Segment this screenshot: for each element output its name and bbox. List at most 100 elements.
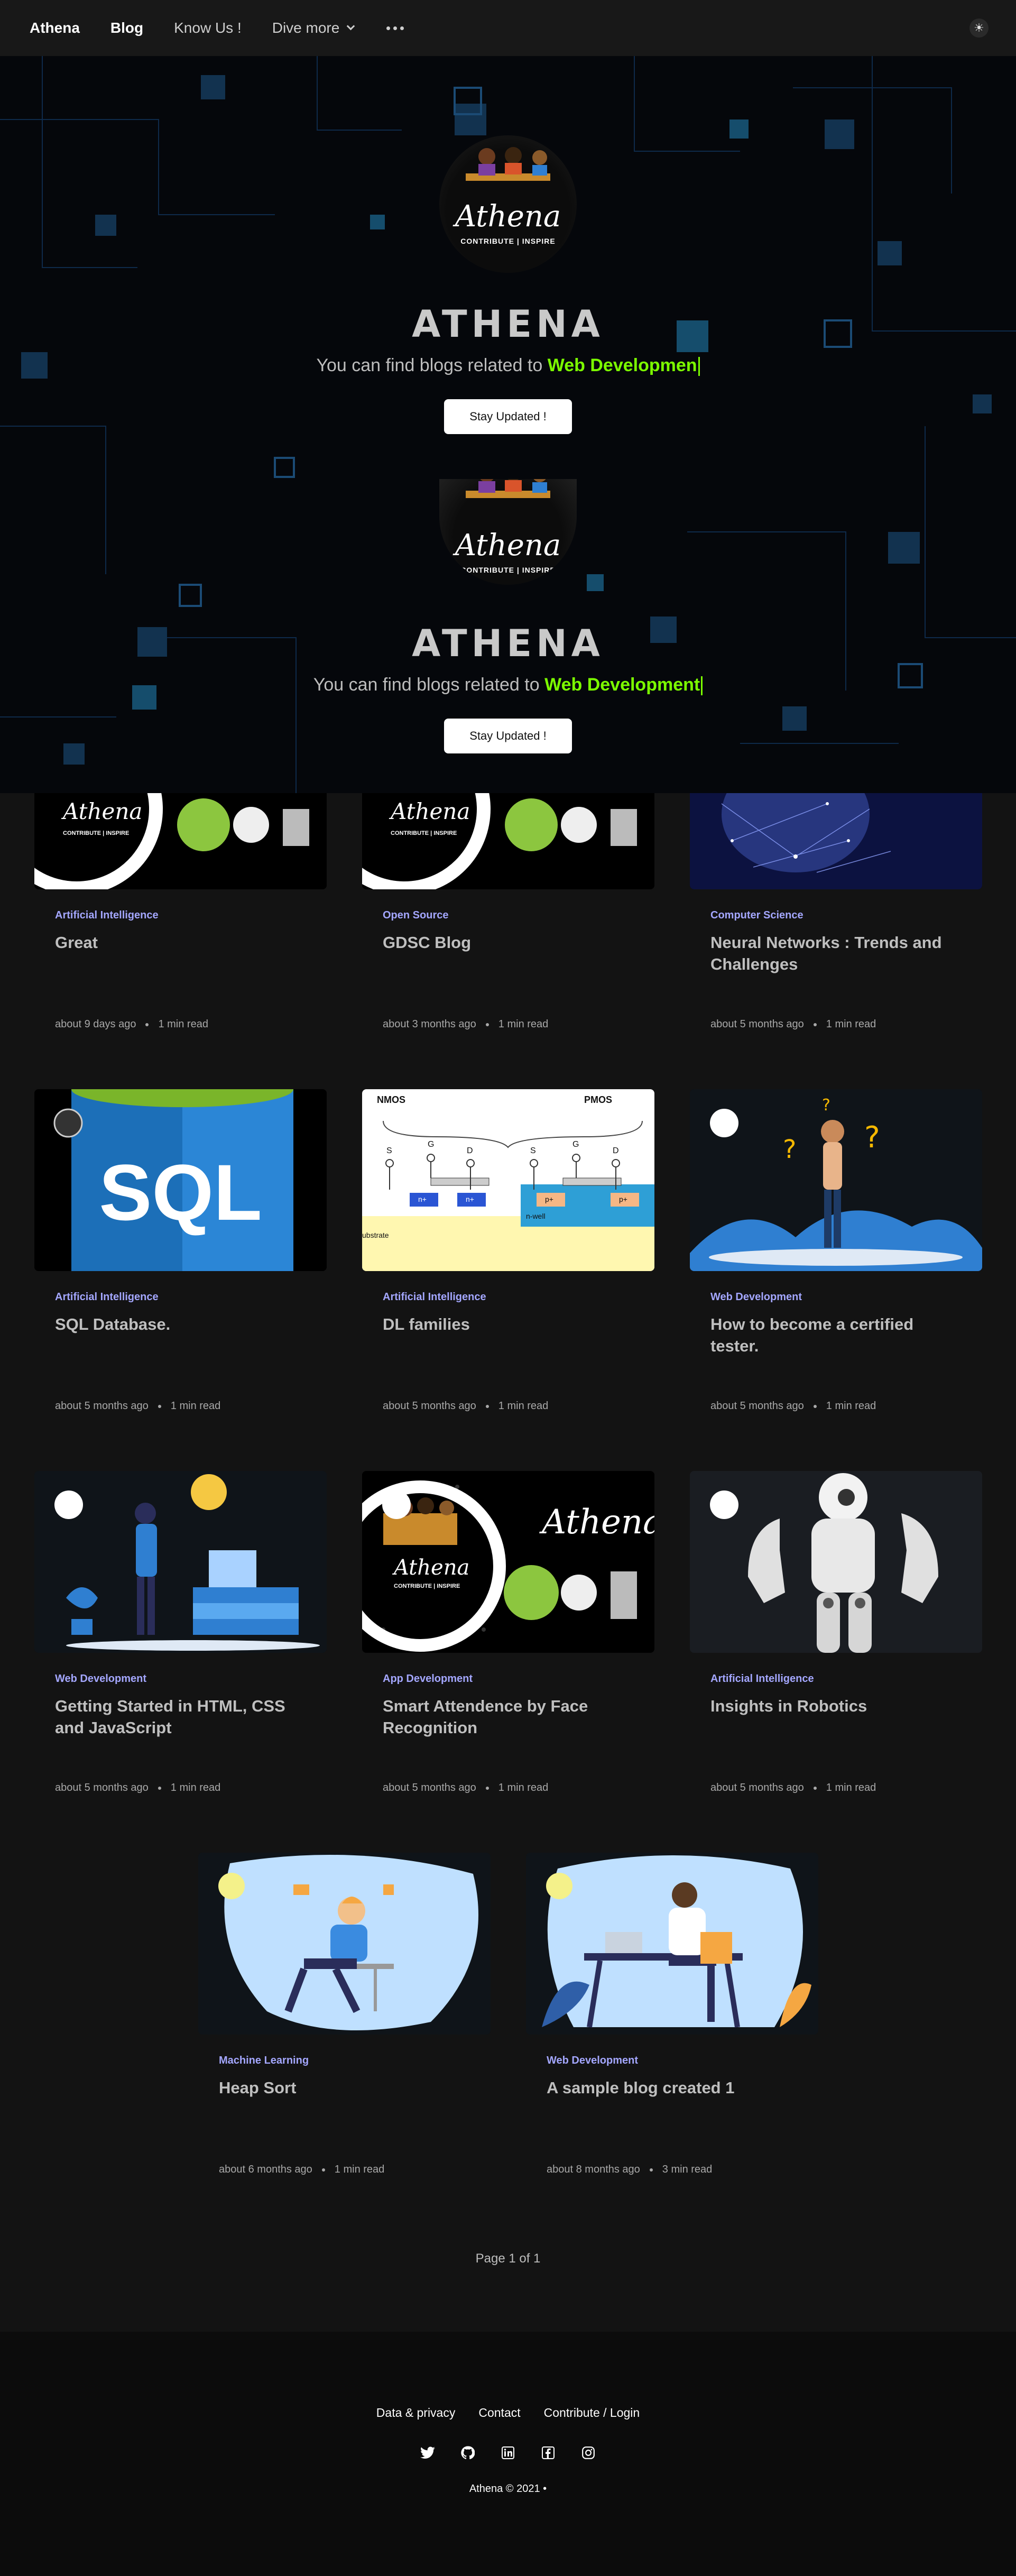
post-category[interactable]: Open Source bbox=[383, 909, 448, 922]
author-avatar bbox=[218, 1873, 245, 1899]
banner-logo-subtitle: CONTRIBUTE | INSPIRE bbox=[63, 830, 130, 836]
nav-more-button[interactable] bbox=[384, 26, 404, 30]
github-icon[interactable] bbox=[460, 2445, 476, 2461]
post-meta: about 5 months ago 1 min read bbox=[710, 1018, 876, 1031]
post-category[interactable]: Machine Learning bbox=[219, 2055, 309, 2067]
post-category[interactable]: Artificial Intelligence bbox=[383, 1291, 486, 1303]
post-read-time: 1 min read bbox=[334, 2164, 385, 2175]
label-p-plus-2: p+ bbox=[619, 1195, 627, 1203]
stay-updated-button[interactable]: Stay Updated ! bbox=[444, 399, 572, 435]
footer-link-contribute[interactable]: Contribute / Login bbox=[544, 2406, 640, 2420]
post-date: about 5 months ago bbox=[55, 1782, 149, 1793]
post-card-6[interactable]: ? ? ? Web Development How to become a ce… bbox=[690, 1089, 982, 1412]
post-card-3[interactable]: Computer Science Neural Networks : Trend… bbox=[690, 793, 982, 1030]
label-p-plus-1: p+ bbox=[545, 1195, 553, 1203]
author-avatar bbox=[710, 1491, 738, 1519]
post-card-8[interactable]: Athena CONTRIBUTE | INSPIRE Athena App D… bbox=[362, 1471, 654, 1793]
post-card-7[interactable]: Web Development Getting Started in HTML,… bbox=[34, 1471, 327, 1793]
post-card-10[interactable]: Machine Learning Heap Sort about 6 month… bbox=[198, 1853, 491, 2175]
sun-icon: ☀ bbox=[974, 21, 984, 34]
post-read-time: 1 min read bbox=[158, 1018, 208, 1030]
post-thumbnail: Athena CONTRIBUTE | INSPIRE bbox=[34, 793, 327, 889]
hero-block-second: Athena CONTRIBUTE | INSPIRE ATHENA You c… bbox=[0, 479, 1016, 754]
banner-logo-text: Athena bbox=[391, 798, 470, 824]
twitter-icon[interactable] bbox=[420, 2445, 436, 2461]
facebook-icon[interactable] bbox=[540, 2445, 556, 2461]
stay-updated-button-second[interactable]: Stay Updated ! bbox=[444, 719, 572, 754]
post-category[interactable]: Artificial Intelligence bbox=[710, 1673, 814, 1685]
hero-title: ATHENA bbox=[412, 302, 604, 346]
post-card-9[interactable]: Artificial Intelligence Insights in Robo… bbox=[690, 1471, 982, 1793]
post-thumbnail: Athena CONTRIBUTE | INSPIRE bbox=[362, 793, 654, 889]
post-card-5[interactable]: NMOS PMOS S G D S G D n+ n+ p+ p+ n-well… bbox=[362, 1089, 654, 1412]
logo-title-second: Athena bbox=[455, 528, 561, 563]
post-date: about 5 months ago bbox=[55, 1400, 149, 1412]
label-g1: G bbox=[428, 1140, 435, 1149]
post-meta: about 5 months ago 1 min read bbox=[55, 1400, 220, 1412]
sql-image-text: SQL bbox=[99, 1148, 262, 1237]
post-title[interactable]: Neural Networks : Trends and Challenges bbox=[710, 932, 964, 975]
pagination-label: Page 1 of 1 bbox=[475, 2251, 541, 2266]
post-title[interactable]: Great bbox=[55, 932, 309, 953]
post-category[interactable]: Artificial Intelligence bbox=[55, 909, 159, 922]
chevron-down-icon bbox=[347, 22, 355, 30]
post-meta: about 5 months ago 1 min read bbox=[55, 1782, 220, 1794]
post-read-time: 1 min read bbox=[826, 1400, 876, 1412]
post-read-time: 1 min read bbox=[498, 1400, 549, 1412]
post-read-time: 1 min read bbox=[170, 1400, 221, 1412]
post-thumbnail: SQL bbox=[34, 1089, 327, 1271]
footer-links: Data & privacy Contact Contribute / Logi… bbox=[0, 2406, 1016, 2420]
neural-network-image bbox=[690, 793, 982, 889]
post-title[interactable]: Heap Sort bbox=[219, 2077, 473, 2099]
logo-illustration bbox=[466, 147, 550, 181]
logo-title: Athena bbox=[455, 199, 561, 234]
post-card-1[interactable]: Athena CONTRIBUTE | INSPIRE Artificial I… bbox=[34, 793, 327, 1030]
post-card-2[interactable]: Athena CONTRIBUTE | INSPIRE Open Source … bbox=[362, 793, 654, 1030]
label-pmos: PMOS bbox=[584, 1094, 613, 1105]
post-title[interactable]: Insights in Robotics bbox=[710, 1695, 964, 1717]
post-title[interactable]: SQL Database. bbox=[55, 1313, 309, 1335]
post-thumbnail: Athena CONTRIBUTE | INSPIRE Athena bbox=[362, 1471, 654, 1653]
svg-text:?: ? bbox=[783, 1135, 796, 1164]
footer-link-contact[interactable]: Contact bbox=[478, 2406, 520, 2420]
meta-separator bbox=[649, 2168, 653, 2172]
brand-link[interactable]: Athena bbox=[30, 20, 80, 36]
post-category[interactable]: Web Development bbox=[547, 2055, 638, 2067]
meta-separator bbox=[813, 1786, 817, 1790]
post-category[interactable]: Computer Science bbox=[710, 909, 803, 922]
post-card-11[interactable]: Web Development A sample blog created 1 … bbox=[526, 1853, 818, 2175]
ellipsis-icon bbox=[386, 26, 404, 30]
post-title[interactable]: Getting Started in HTML, CSS and JavaScr… bbox=[55, 1695, 309, 1738]
post-category[interactable]: Artificial Intelligence bbox=[55, 1291, 159, 1303]
post-category[interactable]: App Development bbox=[383, 1673, 473, 1685]
nav-know-us[interactable]: Know Us ! bbox=[174, 20, 242, 36]
post-title[interactable]: GDSC Blog bbox=[383, 932, 636, 953]
author-avatar bbox=[54, 1491, 83, 1519]
post-title[interactable]: A sample blog created 1 bbox=[547, 2077, 800, 2099]
post-category[interactable]: Web Development bbox=[55, 1673, 146, 1685]
linkedin-icon[interactable] bbox=[500, 2445, 516, 2461]
cmos-diagram-image bbox=[362, 1089, 654, 1271]
post-thumbnail bbox=[690, 793, 982, 889]
nav-blog[interactable]: Blog bbox=[110, 20, 143, 36]
author-avatar bbox=[710, 1109, 738, 1137]
post-thumbnail bbox=[34, 1471, 327, 1653]
footer-link-privacy[interactable]: Data & privacy bbox=[376, 2406, 456, 2420]
instagram-icon[interactable] bbox=[580, 2445, 596, 2461]
post-read-time: 1 min read bbox=[498, 1018, 549, 1030]
nav-dive-more[interactable]: Dive more bbox=[272, 20, 355, 36]
meta-separator bbox=[485, 1404, 489, 1408]
post-title[interactable]: DL families bbox=[383, 1313, 636, 1335]
post-card-4[interactable]: SQL Artificial Intelligence SQL Database… bbox=[34, 1089, 327, 1412]
post-category[interactable]: Web Development bbox=[710, 1291, 802, 1303]
hero-subtitle-highlight-second: Web Development bbox=[544, 675, 700, 695]
athena-logo-second: Athena CONTRIBUTE | INSPIRE bbox=[439, 479, 577, 585]
label-d2: D bbox=[613, 1146, 619, 1155]
theme-toggle-button[interactable]: ☀ bbox=[969, 19, 989, 38]
typing-caret bbox=[698, 357, 700, 376]
meta-separator bbox=[158, 1404, 161, 1408]
post-title[interactable]: How to become a certified tester. bbox=[710, 1313, 964, 1357]
post-meta: about 5 months ago 1 min read bbox=[710, 1400, 876, 1412]
post-title[interactable]: Smart Attendence by Face Recognition bbox=[383, 1695, 636, 1738]
post-meta: about 5 months ago 1 min read bbox=[710, 1782, 876, 1794]
